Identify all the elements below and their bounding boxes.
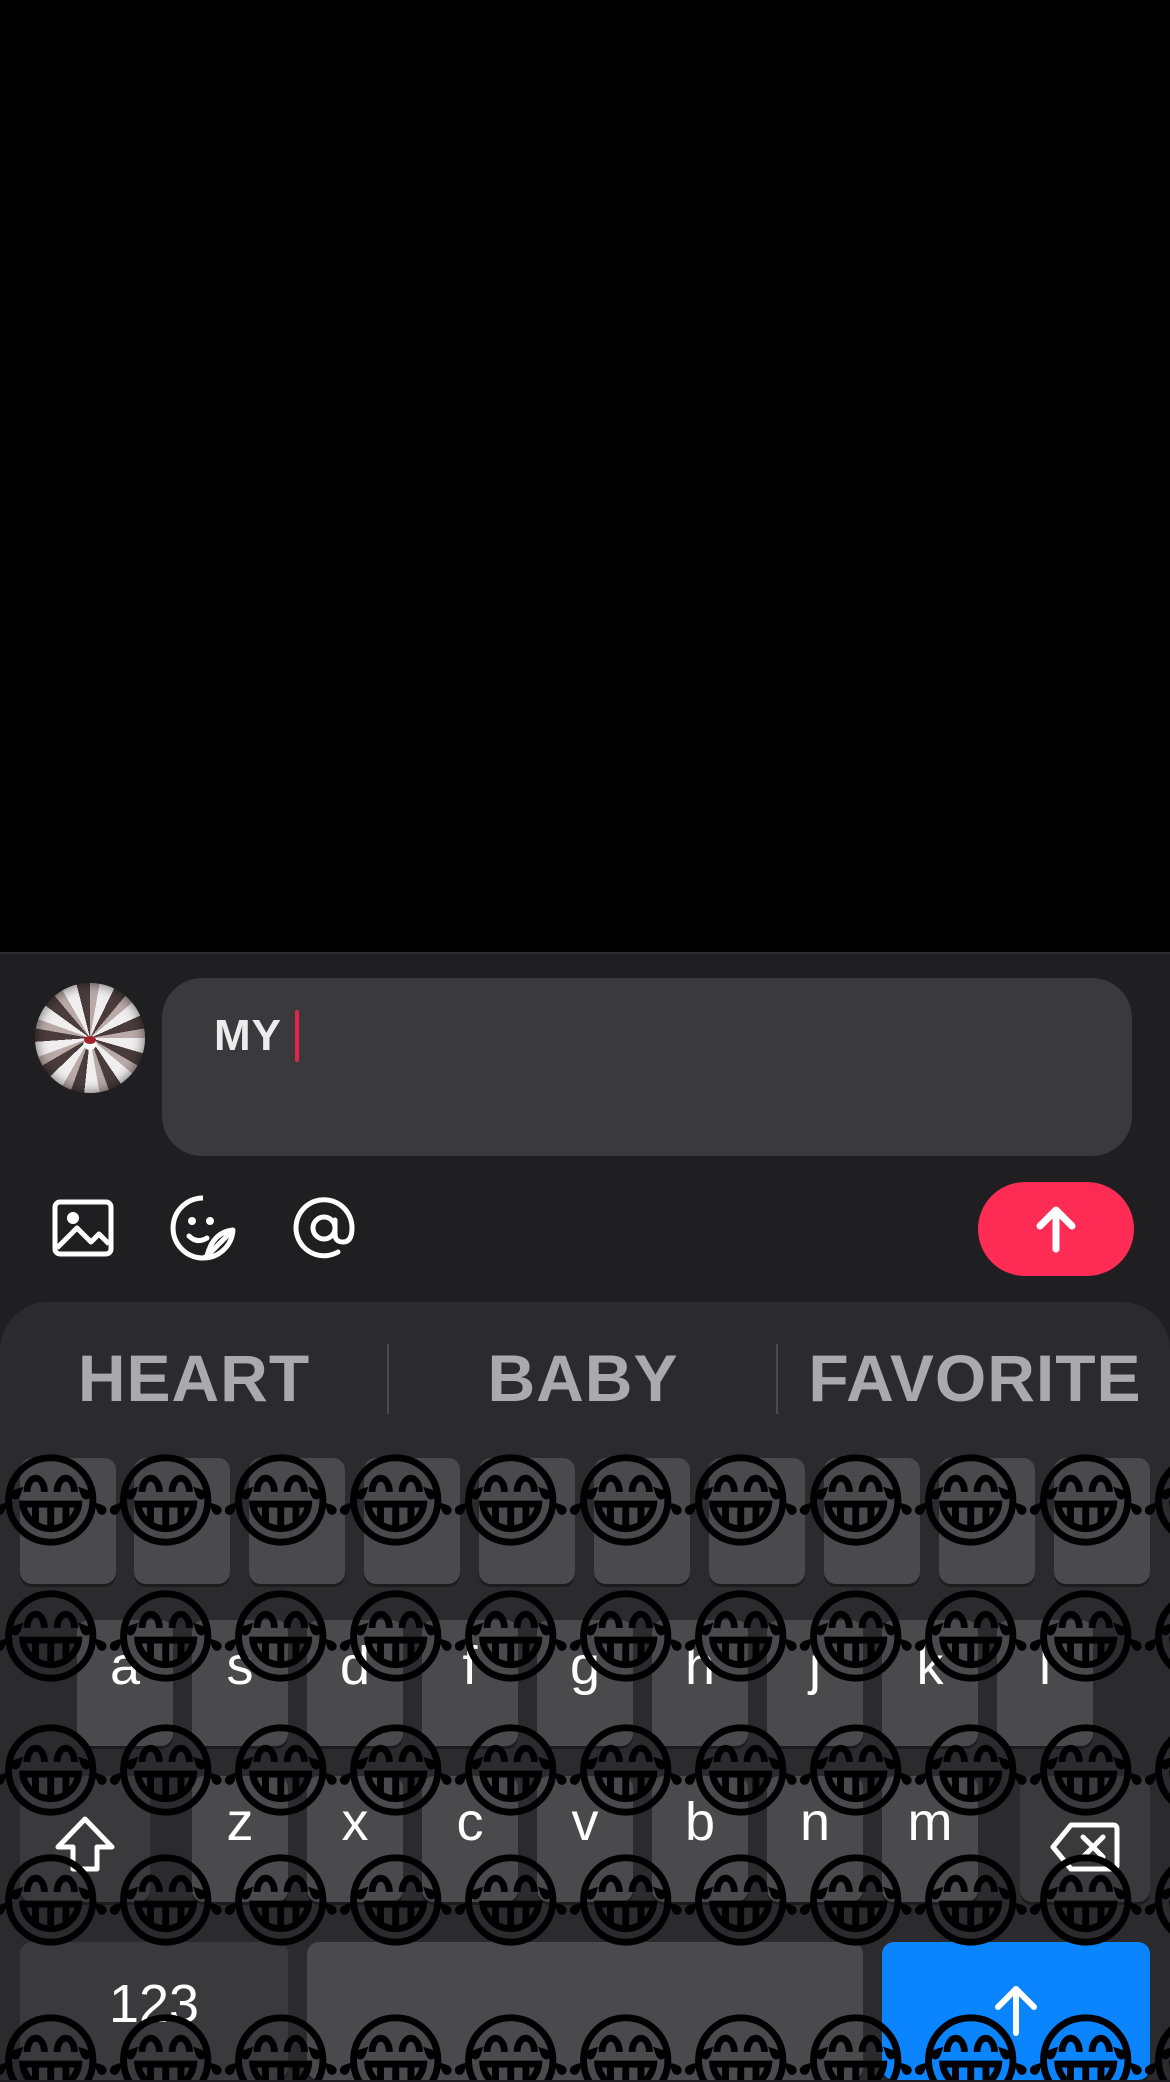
key[interactable] [709,1458,805,1584]
key[interactable] [1054,1458,1150,1584]
suggestion-divider [776,1344,778,1414]
key-n[interactable]: n [767,1776,863,1902]
suggestion-bar: HEART BABY FAVORITE [0,1302,1170,1444]
key-g[interactable]: g [537,1620,633,1746]
key-m[interactable]: m [882,1776,978,1902]
key-b[interactable]: b [652,1776,748,1902]
key[interactable] [20,1458,116,1584]
key[interactable] [364,1458,460,1584]
shift-key[interactable] [20,1776,150,1902]
key-l[interactable]: l [997,1620,1093,1746]
backspace-key[interactable] [1020,1776,1150,1902]
key-k[interactable]: k [882,1620,978,1746]
key-a[interactable]: a [77,1620,173,1746]
key-j[interactable]: j [767,1620,863,1746]
emoji-laughing-icon: 😂 [1140,1578,1170,1698]
keyboard: HEART BABY FAVORITE a s d f g h j k l z … [0,1302,1170,2080]
text-caret [295,1010,299,1062]
backspace-icon [1050,1822,1120,1872]
comment-input-text: MY [214,1011,282,1060]
suggestion-baby[interactable]: BABY [390,1340,776,1416]
image-icon[interactable] [47,1192,119,1264]
send-comment-button[interactable] [978,1182,1134,1276]
key-c[interactable]: c [422,1776,518,1902]
arrow-up-icon [1036,1206,1076,1253]
key-x[interactable]: x [307,1776,403,1902]
numbers-key[interactable]: 123 [20,1942,288,2080]
suggestion-favorite[interactable]: FAVORITE [780,1340,1170,1416]
mention-icon[interactable] [288,1192,360,1264]
suggestion-heart[interactable]: HEART [0,1340,388,1416]
key[interactable] [134,1458,230,1584]
key[interactable] [479,1458,575,1584]
key[interactable] [249,1458,345,1584]
content-area [0,0,1170,952]
key-d[interactable]: d [307,1620,403,1746]
key[interactable] [939,1458,1035,1584]
return-send-key[interactable] [882,1942,1150,2080]
key-z[interactable]: z [192,1776,288,1902]
key-v[interactable]: v [537,1776,633,1902]
key-s[interactable]: s [192,1620,288,1746]
key[interactable] [824,1458,920,1584]
space-key[interactable] [307,1942,863,2080]
arrow-up-icon [995,1985,1037,2036]
user-avatar [35,983,145,1093]
key[interactable] [594,1458,690,1584]
key-f[interactable]: f [422,1620,518,1746]
key-h[interactable]: h [652,1620,748,1746]
comment-input[interactable]: MY [162,978,1132,1156]
sticker-icon[interactable] [167,1192,239,1264]
shift-icon [55,1816,115,1872]
suggestion-divider [387,1344,389,1414]
